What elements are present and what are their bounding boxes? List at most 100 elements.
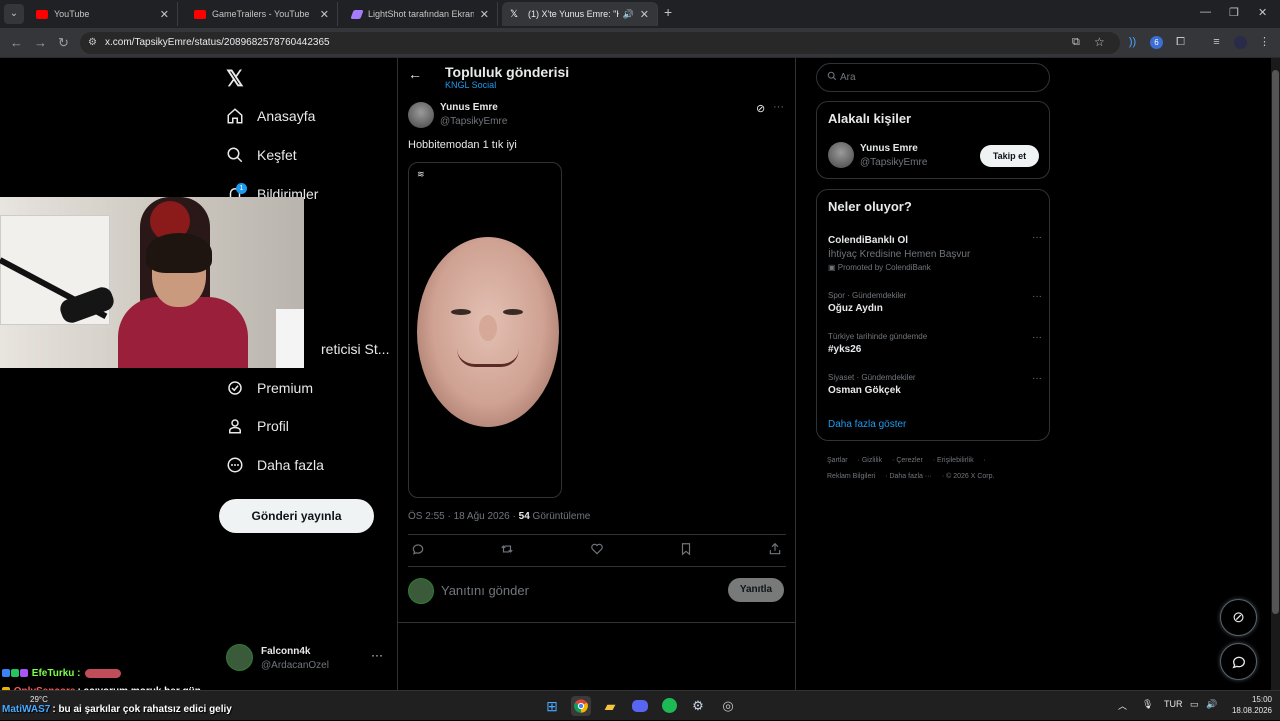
new-tab-button[interactable]: + — [664, 4, 672, 20]
more-horizontal-icon[interactable]: ··· — [1032, 332, 1042, 343]
clock-date: 18.08.2026 — [1231, 706, 1272, 715]
chrome-icon[interactable] — [571, 696, 591, 716]
sidebar-item-explore[interactable]: Keşfet — [226, 140, 297, 170]
reading-list-icon[interactable]: ≡ — [1210, 36, 1223, 49]
site-info-icon[interactable]: ⚙ — [88, 37, 97, 48]
x-logo-icon: 𝕏 — [510, 8, 519, 20]
post-button[interactable]: Gönderi yayınla — [219, 499, 374, 533]
trend-item[interactable]: Türkiye tarihinde gündemde #yks26 ··· — [828, 332, 1042, 355]
footer-link[interactable]: Reklam Bilgileri — [827, 473, 875, 480]
more-horizontal-icon[interactable]: ··· — [773, 101, 784, 113]
sidebar-item-more[interactable]: Daha fazla — [226, 450, 324, 480]
sidebar-item-home[interactable]: Anasayfa — [226, 101, 315, 131]
show-more-link[interactable]: Daha fazla göster — [828, 419, 906, 430]
clock[interactable]: 15:00 18.08.2026 — [1226, 694, 1272, 716]
address-bar[interactable]: ⚙ x.com/TapsikyEmre/status/2089682578760… — [80, 32, 1120, 54]
scrollbar-thumb[interactable] — [1272, 70, 1279, 614]
tab-youtube[interactable]: YouTube ✕ — [28, 2, 178, 26]
avatar[interactable] — [828, 142, 854, 168]
person-handle[interactable]: @TapsikyEmre — [860, 157, 927, 168]
person-name[interactable]: Yunus Emre — [860, 143, 918, 154]
tray-chevron-icon[interactable]: ︿ — [1118, 699, 1127, 712]
sidebar-item-premium[interactable]: Premium — [226, 373, 313, 403]
close-icon[interactable]: ✕ — [320, 8, 329, 21]
reply-button[interactable]: Yanıtla — [728, 578, 784, 602]
share-icon[interactable] — [768, 542, 782, 559]
youtube-icon — [36, 9, 48, 19]
file-explorer-icon[interactable]: ▰ — [600, 696, 620, 716]
footer-link[interactable]: Çerezler — [896, 457, 922, 464]
footer-link[interactable]: Şartlar — [827, 457, 848, 464]
reply-icon[interactable] — [411, 542, 425, 559]
author-handle[interactable]: @TapsikyEmre — [440, 116, 507, 127]
author-avatar[interactable] — [408, 102, 434, 128]
extensions-puzzle-icon[interactable]: ⧠ — [1174, 36, 1187, 49]
x-logo-icon[interactable]: 𝕏 — [226, 66, 244, 92]
close-icon[interactable]: ✕ — [160, 8, 169, 21]
account-switcher[interactable]: Falconn4k @ArdacanOzel ··· — [226, 644, 386, 674]
trend-item[interactable]: Spor · Gündemdekiler Oğuz Aydın ··· — [828, 291, 1042, 314]
repost-icon[interactable] — [500, 542, 514, 559]
post-media[interactable]: ≋ — [408, 162, 562, 498]
sidebar-item-profile[interactable]: Profil — [226, 411, 289, 441]
steam-icon[interactable]: ⚙ — [688, 696, 708, 716]
tab-x-post[interactable]: 𝕏 (1) X'te Yunus Emre: "Hobbi 🔊 ✕ — [502, 2, 658, 26]
grok-float-icon[interactable]: ⊘ — [1220, 599, 1257, 636]
extension-wave-icon[interactable]: )) — [1126, 36, 1139, 49]
panel-title: Alakalı kişiler — [828, 111, 912, 126]
gpu-app-icon[interactable]: ◎ — [718, 696, 738, 716]
ad-icon: ▣ — [828, 263, 838, 272]
volume-icon[interactable]: 🔊 — [1206, 699, 1217, 710]
trend-name: Osman Gökçek — [828, 385, 901, 396]
discord-icon[interactable] — [630, 696, 650, 716]
author-name[interactable]: Yunus Emre — [440, 102, 498, 113]
microphone-icon[interactable]: 🎙 — [1142, 699, 1153, 710]
tab-gametrailers[interactable]: GameTrailers - YouTube ✕ — [186, 2, 338, 26]
footer-link[interactable]: Daha fazla ··· — [889, 473, 931, 480]
back-arrow-icon[interactable]: ← — [408, 66, 422, 82]
trend-item[interactable]: Siyaset · Gündemdekiler Osman Gökçek ··· — [828, 373, 1042, 396]
minimize-button[interactable]: — — [1200, 6, 1211, 18]
messages-float-icon[interactable] — [1220, 643, 1257, 680]
close-icon[interactable]: ✕ — [480, 8, 489, 21]
display-icon[interactable]: ▭ — [1190, 699, 1199, 710]
more-horizontal-icon[interactable]: ··· — [1032, 373, 1042, 384]
speaker-icon[interactable]: 🔊 — [623, 9, 634, 20]
chat-message: MatiWAS7: bu ai şarkılar çok rahatsız ed… — [2, 704, 232, 715]
bookmark-icon[interactable] — [679, 542, 693, 559]
reply-input[interactable]: Yanıtını gönder — [441, 583, 529, 598]
like-icon[interactable] — [590, 542, 604, 559]
reload-icon[interactable]: ↻ — [58, 35, 69, 51]
tab-search-button[interactable]: ⌄ — [4, 4, 24, 24]
forward-arrow-icon[interactable]: → — [34, 35, 47, 50]
bookmark-star-icon[interactable]: ☆ — [1094, 35, 1105, 49]
close-icon[interactable]: ✕ — [640, 8, 649, 21]
spotify-icon[interactable] — [659, 696, 679, 716]
post-timestamp[interactable]: ÖS 2:55 · 18 Ağu 2026 · — [408, 511, 519, 522]
scrollbar[interactable] — [1271, 58, 1280, 690]
trend-item[interactable]: ColendiBanklı Ol İhtiyaç Kredisine Hemen… — [828, 232, 1042, 272]
url-text[interactable]: x.com/TapsikyEmre/status/208968257876044… — [105, 37, 330, 48]
install-app-icon[interactable]: ⧉ — [1072, 36, 1080, 49]
extension-badge-icon[interactable]: 6 — [1150, 36, 1163, 49]
community-link[interactable]: KNGL Social — [445, 80, 496, 90]
notification-badge: 1 — [236, 183, 247, 194]
divider — [408, 534, 786, 535]
more-horizontal-icon[interactable]: ··· — [1032, 232, 1042, 243]
more-horizontal-icon[interactable]: ··· — [371, 648, 383, 662]
footer-link[interactable]: Gizlilik — [862, 457, 882, 464]
more-horizontal-icon[interactable]: ··· — [1032, 291, 1042, 302]
search-input[interactable]: Ara — [816, 63, 1050, 92]
tab-lightshot[interactable]: LightShot tarafından Ekran Görü ✕ — [344, 2, 498, 26]
follow-button[interactable]: Takip et — [980, 145, 1039, 167]
windows-start-icon[interactable]: ⊞ — [542, 696, 562, 716]
close-window-button[interactable]: ✕ — [1258, 6, 1267, 19]
back-arrow-icon[interactable]: ← — [10, 35, 23, 50]
browser-menu-icon[interactable]: ⋮ — [1258, 36, 1271, 49]
maximize-button[interactable]: ❐ — [1229, 6, 1239, 19]
footer-link[interactable]: Erişilebilirlik — [937, 457, 974, 464]
profile-avatar-icon[interactable] — [1234, 36, 1247, 49]
grok-icon[interactable]: ⊘ — [756, 102, 765, 115]
copyright: © 2026 X Corp. — [946, 473, 995, 480]
language-indicator[interactable]: TUR — [1164, 699, 1183, 709]
